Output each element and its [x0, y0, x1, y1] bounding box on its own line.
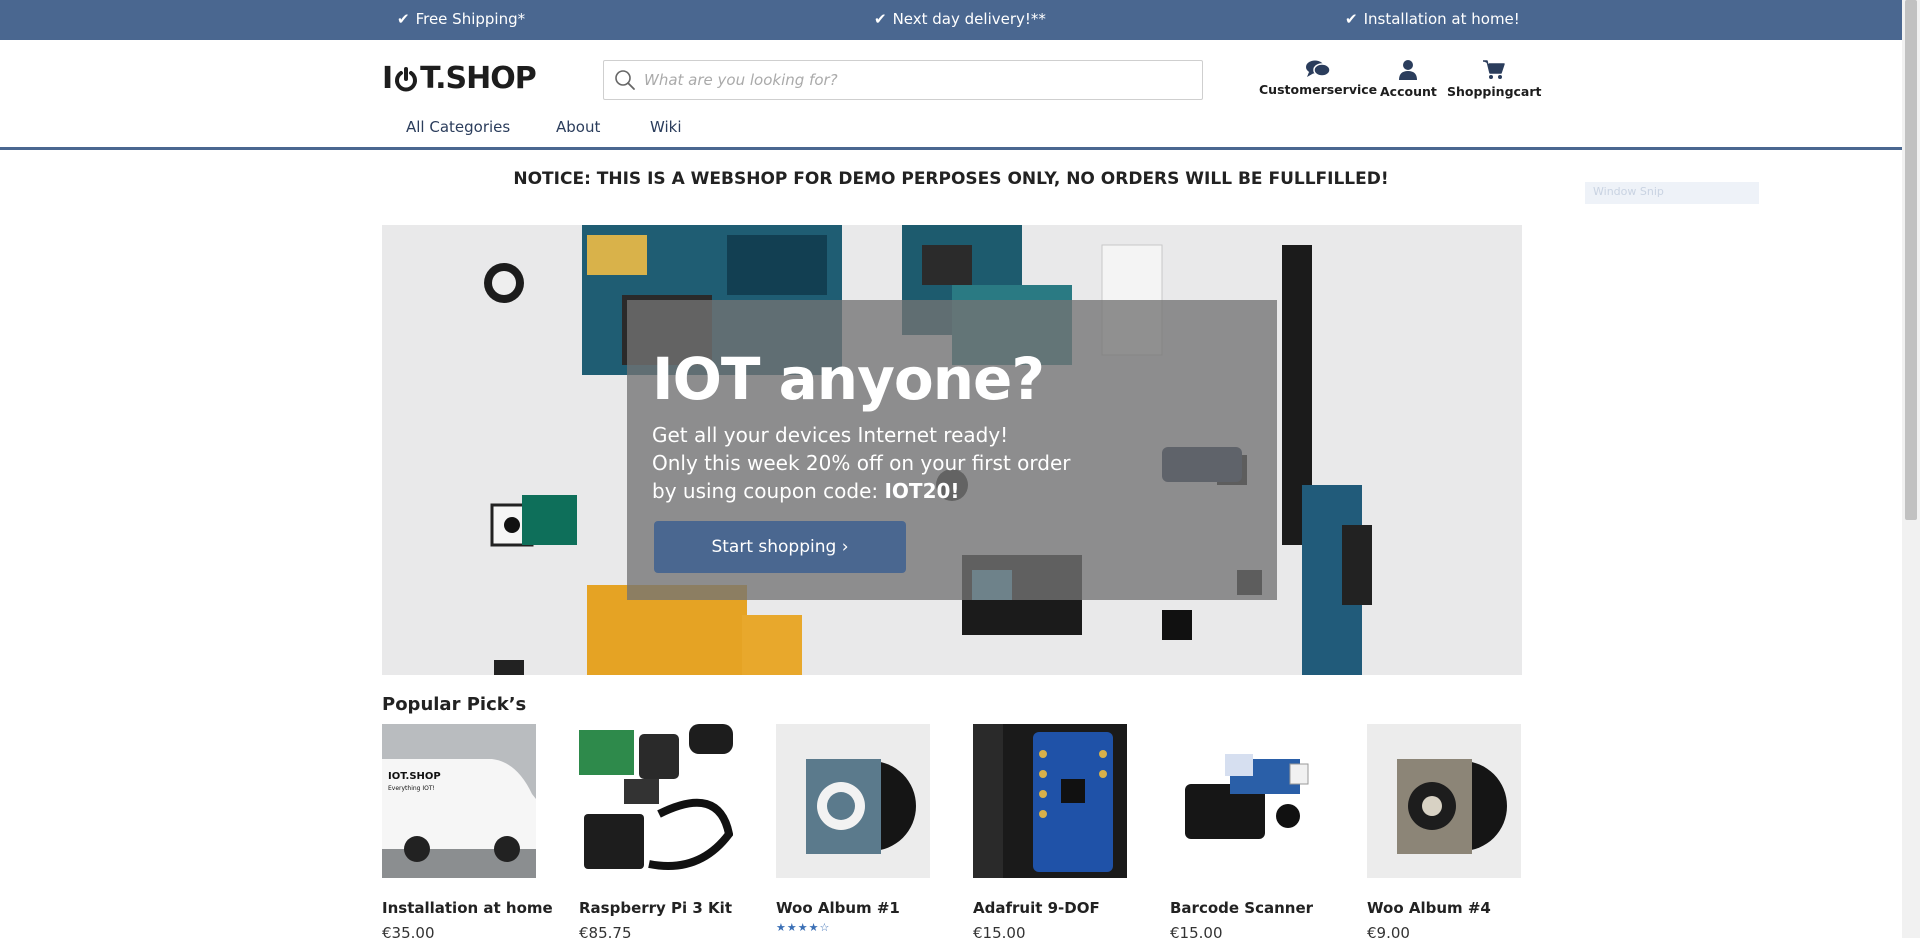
- product-card[interactable]: Raspberry Pi 3 Kit €85.75: [579, 724, 733, 938]
- cart-icon: [1483, 60, 1505, 79]
- svg-text:Everything IOT!: Everything IOT!: [388, 785, 435, 792]
- product-image-pi-kit[interactable]: [579, 724, 733, 878]
- product-name[interactable]: Adafruit 9-DOF: [973, 899, 1100, 917]
- product-image-album-blue[interactable]: [776, 724, 930, 878]
- product-price: €15.00: [1170, 924, 1223, 938]
- product-image-scanner[interactable]: [1170, 724, 1324, 878]
- usp-bar: ✔ Free Shipping* ✔ Next day delivery!** …: [0, 0, 1902, 40]
- usp-label: Free Shipping*: [415, 10, 526, 28]
- hero-line-3-text: by using coupon code:: [652, 479, 885, 503]
- product-name[interactable]: Installation at home: [382, 899, 553, 917]
- product-price: €15.00: [973, 924, 1026, 938]
- hero-line-3: by using coupon code: IOT20!: [652, 479, 960, 503]
- usp-label: Installation at home!: [1363, 10, 1520, 28]
- page-scrollbar[interactable]: [1902, 0, 1920, 938]
- check-icon: ✔: [1345, 10, 1358, 28]
- nav-all-categories[interactable]: All Categories: [406, 118, 510, 136]
- power-icon: [393, 66, 419, 92]
- nav-about[interactable]: About: [556, 118, 600, 136]
- check-icon: ✔: [874, 10, 887, 28]
- start-shopping-button[interactable]: Start shopping ›: [654, 521, 906, 573]
- product-name[interactable]: Barcode Scanner: [1170, 899, 1313, 917]
- rating-stars: ★★★★☆: [776, 921, 831, 934]
- user-icon: [1399, 60, 1418, 80]
- product-image-van[interactable]: IOT.SHOP Everything IOT!: [382, 724, 536, 878]
- scrollbar-thumb[interactable]: [1905, 0, 1917, 520]
- product-card[interactable]: Barcode Scanner €15.00: [1170, 724, 1324, 938]
- hero-title: IOT anyone?: [652, 345, 1045, 413]
- search-icon[interactable]: [614, 69, 636, 95]
- site-logo[interactable]: I T.SHOP: [382, 61, 537, 96]
- product-image-sensor-board[interactable]: [973, 724, 1127, 878]
- site-header: I T.SHOP Customerservice: [0, 40, 1902, 150]
- account-link[interactable]: Account: [1380, 60, 1437, 99]
- hero-line-1: Get all your devices Internet ready!: [652, 423, 1009, 447]
- chat-icon: [1306, 60, 1331, 77]
- product-card[interactable]: Adafruit 9-DOF €15.00: [973, 724, 1127, 938]
- product-name[interactable]: Woo Album #4: [1367, 899, 1491, 917]
- product-card[interactable]: IOT.SHOP Everything IOT! Installation at…: [382, 724, 553, 938]
- shoppingcart-label: Shoppingcart: [1447, 84, 1542, 99]
- product-price: €85.75: [579, 924, 632, 938]
- search-input[interactable]: [644, 61, 1194, 99]
- hero-line-2: Only this week 20% off on your first ord…: [652, 451, 1071, 475]
- shoppingcart-link[interactable]: Shoppingcart: [1447, 60, 1542, 99]
- account-label: Account: [1380, 84, 1437, 99]
- product-price: €35.00: [382, 924, 435, 938]
- nav-wiki[interactable]: Wiki: [650, 118, 682, 136]
- chevron-right-icon: ›: [841, 537, 849, 557]
- usp-item-delivery: ✔ Next day delivery!**: [874, 10, 1046, 28]
- product-name[interactable]: Raspberry Pi 3 Kit: [579, 899, 732, 917]
- hero-banner: IOT anyone? Get all your devices Interne…: [382, 225, 1522, 675]
- start-shopping-label: Start shopping: [711, 537, 837, 557]
- logo-text-end: T.SHOP: [420, 61, 537, 96]
- customerservice-label: Customerservice: [1259, 82, 1378, 97]
- svg-text:IOT.SHOP: IOT.SHOP: [388, 771, 441, 782]
- popular-picks-title: Popular Pick’s: [382, 694, 527, 715]
- logo-text-start: I: [382, 61, 393, 96]
- product-card[interactable]: Woo Album #1 ★★★★☆: [776, 724, 930, 934]
- check-icon: ✔: [397, 10, 410, 28]
- usp-item-installation: ✔ Installation at home!: [1345, 10, 1520, 28]
- usp-label: Next day delivery!**: [892, 10, 1046, 28]
- usp-item-shipping: ✔ Free Shipping*: [397, 10, 525, 28]
- product-card[interactable]: Woo Album #4 €9.00: [1367, 724, 1521, 938]
- product-price: €9.00: [1367, 924, 1410, 938]
- coupon-code: IOT20!: [884, 479, 960, 503]
- customerservice-link[interactable]: Customerservice: [1259, 60, 1377, 97]
- product-image-album-grey[interactable]: [1367, 724, 1521, 878]
- product-name[interactable]: Woo Album #1: [776, 899, 900, 917]
- search-box: [603, 60, 1203, 100]
- window-snip-ghost: Window Snip: [1585, 182, 1759, 204]
